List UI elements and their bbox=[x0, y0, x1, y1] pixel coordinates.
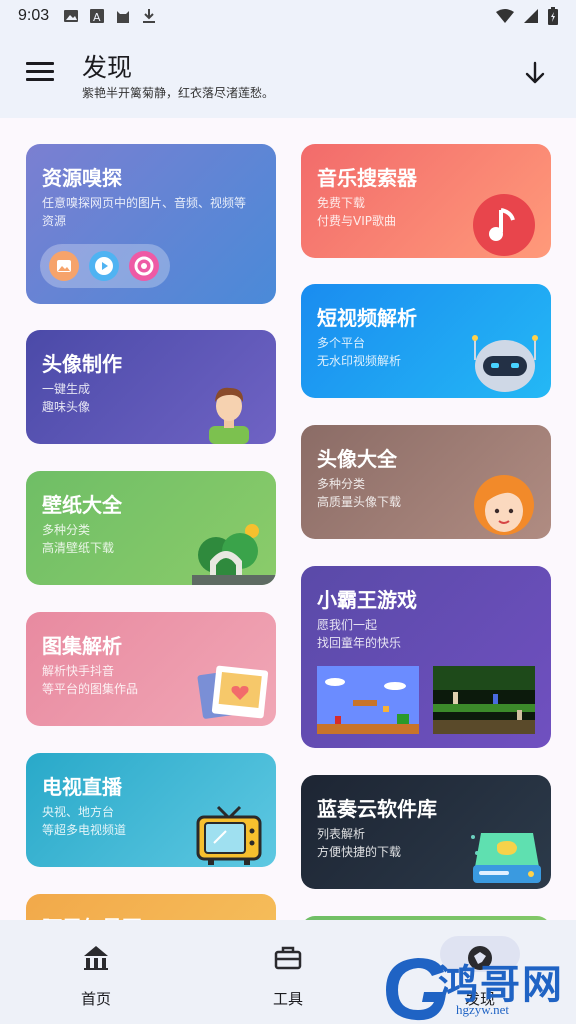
card-desc-2: 高质量头像下载 bbox=[317, 495, 402, 509]
media-icons-pill bbox=[40, 244, 170, 288]
card-desc-1: 解析快手抖音 bbox=[42, 664, 115, 678]
image-icon bbox=[64, 10, 79, 22]
battery-icon bbox=[548, 7, 558, 25]
image-media-icon bbox=[49, 251, 79, 281]
card-title: 头像制作 bbox=[42, 352, 122, 376]
card-title: 阿里矢量图 bbox=[42, 912, 142, 920]
card-ali-vector[interactable]: 阿里矢量图 bbox=[26, 894, 276, 920]
mario-game-screenshot bbox=[317, 666, 419, 734]
card-title: 蓝奏云软件库 bbox=[317, 797, 437, 821]
card-title: 资源嗅探 bbox=[42, 166, 122, 190]
nav-home[interactable]: 首页 bbox=[0, 920, 192, 1024]
home-icon bbox=[84, 946, 108, 970]
download-button[interactable] bbox=[522, 60, 548, 86]
card-desc-2: 趣味头像 bbox=[42, 400, 91, 414]
card-desc-1: 一键生成 bbox=[42, 382, 91, 396]
card-retro-games[interactable]: 小霸王游戏 愿我们一起 找回童年的快乐 bbox=[301, 566, 551, 748]
video-media-icon bbox=[89, 251, 119, 281]
card-title: 音乐搜索器 bbox=[317, 166, 417, 190]
discover-grid: 资源嗅探 任意嗅探网页中的图片、音频、视频等 资源 音乐搜索器 免费下载 付费与… bbox=[0, 118, 576, 920]
card-desc-2: 等超多电视频道 bbox=[42, 823, 127, 837]
card-desc-2: 方便快捷的下载 bbox=[317, 845, 402, 859]
card-title: 小霸王游戏 bbox=[317, 588, 417, 612]
boy-avatar-icon bbox=[209, 387, 249, 444]
contra-game-screenshot bbox=[433, 666, 535, 734]
status-bar: 9:03 A bbox=[0, 0, 576, 32]
card-music-search[interactable]: 音乐搜索器 免费下载 付费与VIP歌曲 bbox=[301, 144, 551, 258]
card-title: 头像大全 bbox=[317, 447, 397, 471]
card-resource-sniffer[interactable]: 资源嗅探 任意嗅探网页中的图片、音频、视频等 资源 bbox=[26, 144, 276, 304]
card-desc-1: 多种分类 bbox=[42, 523, 91, 537]
card-desc-2: 等平台的图集作品 bbox=[42, 682, 139, 696]
card-lanzou-library[interactable]: 蓝奏云软件库 列表解析 方便快捷的下载 bbox=[301, 775, 551, 889]
card-desc-1: 愿我们一起 bbox=[317, 618, 378, 632]
card-title: 壁纸大全 bbox=[42, 493, 122, 517]
robot-icon bbox=[472, 335, 538, 392]
card-desc-1: 免费下载 bbox=[317, 196, 366, 210]
card-live-tv[interactable]: 电视直播 央视、地方台 等超多电视频道 bbox=[26, 753, 276, 867]
wifi-icon bbox=[496, 9, 514, 23]
card-avatar-gallery[interactable]: 头像大全 多种分类 高质量头像下载 bbox=[301, 425, 551, 539]
photo-stack-icon bbox=[197, 665, 269, 719]
card-desc-1: 多个平台 bbox=[317, 336, 366, 350]
music-note-icon bbox=[473, 194, 535, 256]
card-avatar-maker[interactable]: 头像制作 一键生成 趣味头像 bbox=[26, 330, 276, 444]
font-icon: A bbox=[90, 9, 105, 24]
audio-media-icon bbox=[129, 251, 159, 281]
card-wallpapers[interactable]: 壁纸大全 多种分类 高清壁纸下载 bbox=[26, 471, 276, 585]
nav-home-label: 首页 bbox=[80, 990, 111, 1008]
card-album-parser[interactable]: 图集解析 解析快手抖音 等平台的图集作品 bbox=[26, 612, 276, 726]
girl-avatar-icon bbox=[474, 475, 534, 535]
hard-drive-icon bbox=[471, 833, 541, 883]
watermark-url: hgzyw.net bbox=[456, 1002, 509, 1017]
card-short-video-parser[interactable]: 短视频解析 多个平台 无水印视频解析 bbox=[301, 284, 551, 398]
tv-icon bbox=[196, 805, 262, 865]
status-time: 9:03 bbox=[18, 7, 50, 24]
card-desc-2: 资源 bbox=[42, 214, 67, 228]
menu-button[interactable] bbox=[26, 62, 54, 86]
page-subtitle: 紫艳半开篱菊静，红衣落尽渚莲愁。 bbox=[82, 86, 275, 100]
card-desc-1: 任意嗅探网页中的图片、音频、视频等 bbox=[42, 196, 247, 210]
toolbox-icon bbox=[274, 946, 302, 970]
card-desc-2: 付费与VIP歌曲 bbox=[317, 214, 396, 228]
cat-icon bbox=[117, 11, 130, 23]
nav-tools-label: 工具 bbox=[272, 990, 303, 1008]
card-desc-2: 无水印视频解析 bbox=[317, 354, 402, 368]
card-desc-1: 央视、地方台 bbox=[42, 805, 115, 819]
card-title: 电视直播 bbox=[42, 775, 122, 799]
card-desc-2: 高清壁纸下载 bbox=[42, 541, 115, 555]
card-desc-1: 多种分类 bbox=[317, 477, 366, 491]
svg-text:A: A bbox=[93, 11, 101, 24]
card-desc-2: 找回童年的快乐 bbox=[317, 636, 402, 650]
page-title: 发现 bbox=[82, 53, 133, 82]
card-title: 图集解析 bbox=[42, 634, 122, 658]
signal-icon bbox=[524, 9, 538, 23]
app-bar: 发现 紫艳半开篱菊静，红衣落尽渚莲愁。 bbox=[0, 32, 576, 118]
nav-tools[interactable]: 工具 bbox=[192, 920, 384, 1024]
download-status-icon bbox=[143, 9, 156, 23]
card-title: 短视频解析 bbox=[317, 306, 417, 330]
card-desc-1: 列表解析 bbox=[317, 827, 366, 841]
garden-gate-icon bbox=[192, 524, 276, 585]
